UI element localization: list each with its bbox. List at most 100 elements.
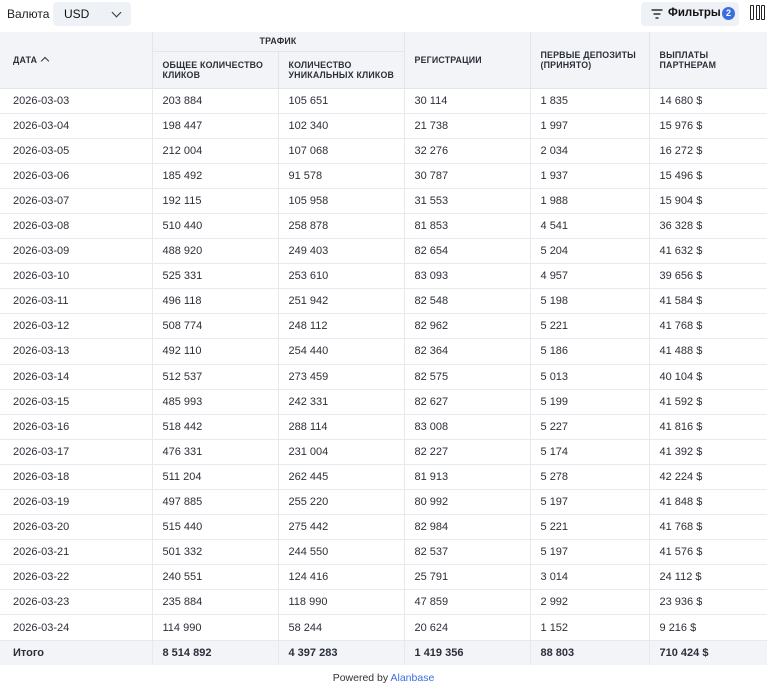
cell-date: 2026-03-16 [0, 414, 152, 440]
cell-total-clicks: 511 204 [151, 464, 278, 491]
cell-registrations: 82 984 [403, 514, 531, 541]
cell-registrations: 30 787 [403, 163, 531, 189]
cell-date: 2026-03-10 [0, 263, 152, 290]
column-header-date[interactable]: ДАТА [0, 32, 152, 89]
cell-date: 2026-03-19 [0, 489, 152, 516]
cell-payouts: 41 576 $ [648, 539, 767, 566]
cell-date: 2026-03-18 [0, 464, 152, 491]
cell-total-clicks: 496 118 [151, 288, 278, 315]
cell-unique-clicks: 255 220 [277, 489, 405, 516]
cell-registrations: 83 008 [403, 414, 531, 440]
cell-registrations: 80 992 [403, 489, 531, 516]
column-header-payouts[interactable]: ВЫПЛАТЫ ПАРТНЕРАМ [648, 32, 767, 89]
powered-by-text: Powered by [332, 672, 389, 684]
totals-unique-clicks: 4 397 283 [277, 640, 405, 666]
table-row: 2026-03-12 508 774 248 112 82 962 5 221 41 76… [0, 313, 767, 340]
table-row: 2026-03-09 488 920 249 403 82 654 5 204 41 63… [0, 238, 767, 265]
cell-date: 2026-03-20 [0, 514, 152, 541]
statistics-table: ДАТА ТРАФИК РЕГИСТРАЦИИ ПЕРВЫЕ ДЕПОЗИТЫ … [0, 32, 767, 666]
cell-total-clicks: 485 993 [151, 389, 278, 415]
currency-select[interactable]: USD [53, 2, 131, 26]
cell-total-clicks: 518 442 [151, 414, 278, 440]
table-row: 2026-03-15 485 993 242 331 82 627 5 199 41 59… [0, 389, 767, 415]
brand-link[interactable]: Alanbase [391, 672, 435, 684]
currency-label: Валюта [7, 7, 50, 21]
cell-payouts: 41 816 $ [648, 414, 767, 440]
cell-unique-clicks: 251 942 [277, 288, 405, 315]
footer: Powered by Alanbase [0, 672, 767, 684]
cell-first-deposits: 5 199 [529, 389, 650, 415]
cell-date: 2026-03-15 [0, 389, 152, 415]
column-header-registrations[interactable]: РЕГИСТРАЦИИ [403, 32, 531, 89]
table-row: 2026-03-24 114 990 58 244 20 624 1 152 9 216 … [0, 614, 767, 641]
cell-registrations: 47 859 [403, 589, 531, 616]
cell-total-clicks: 185 492 [151, 163, 278, 189]
filters-label: Фильтры [668, 7, 721, 19]
table-row: 2026-03-11 496 118 251 942 82 548 5 198 41 58… [0, 288, 767, 315]
cell-payouts: 41 632 $ [648, 238, 767, 265]
cell-payouts: 14 680 $ [648, 88, 767, 114]
totals-registrations: 1 419 356 [403, 640, 531, 666]
cell-registrations: 83 093 [403, 263, 531, 290]
cell-payouts: 41 768 $ [648, 514, 767, 541]
cell-registrations: 82 962 [403, 313, 531, 340]
columns-icon[interactable] [750, 5, 766, 22]
cell-payouts: 41 584 $ [648, 288, 767, 315]
totals-row: Итого 8 514 892 4 397 283 1 419 356 88 8… [0, 640, 767, 666]
table-row: 2026-03-16 518 442 288 114 83 008 5 227 41 81… [0, 414, 767, 440]
cell-unique-clicks: 288 114 [277, 414, 405, 440]
cell-unique-clicks: 102 340 [277, 113, 405, 139]
cell-registrations: 21 738 [403, 113, 531, 139]
cell-payouts: 41 392 $ [648, 439, 767, 465]
cell-total-clicks: 212 004 [151, 138, 278, 164]
column-header-date-label: ДАТА [13, 54, 38, 65]
table-row: 2026-03-08 510 440 258 878 81 853 4 541 36 32… [0, 213, 767, 240]
cell-first-deposits: 1 937 [529, 163, 650, 189]
cell-total-clicks: 203 884 [151, 88, 278, 114]
cell-total-clicks: 488 920 [151, 238, 278, 265]
cell-first-deposits: 5 197 [529, 489, 650, 516]
cell-date: 2026-03-12 [0, 313, 152, 340]
cell-unique-clicks: 231 004 [277, 439, 405, 465]
cell-total-clicks: 492 110 [151, 338, 278, 365]
cell-date: 2026-03-14 [0, 364, 152, 390]
cell-registrations: 30 114 [403, 88, 531, 114]
cell-date: 2026-03-03 [0, 88, 152, 114]
cell-total-clicks: 198 447 [151, 113, 278, 139]
column-header-unique-clicks[interactable]: КОЛИЧЕСТВО УНИКАЛЬНЫХ КЛИКОВ [277, 51, 405, 89]
table-row: 2026-03-18 511 204 262 445 81 913 5 278 42 22… [0, 464, 767, 491]
cell-payouts: 9 216 $ [648, 614, 767, 641]
cell-registrations: 82 227 [403, 439, 531, 465]
totals-label: Итого [0, 640, 152, 666]
filters-button[interactable]: Фильтры 2 [641, 2, 739, 26]
table-row: 2026-03-19 497 885 255 220 80 992 5 197 41 84… [0, 489, 767, 516]
cell-total-clicks: 235 884 [151, 589, 278, 616]
column-header-total-clicks[interactable]: ОБЩЕЕ КОЛИЧЕСТВО КЛИКОВ [151, 51, 278, 89]
cell-first-deposits: 1 997 [529, 113, 650, 139]
cell-unique-clicks: 244 550 [277, 539, 405, 566]
cell-first-deposits: 5 198 [529, 288, 650, 315]
cell-registrations: 82 627 [403, 389, 531, 415]
cell-payouts: 41 488 $ [648, 338, 767, 365]
cell-payouts: 16 272 $ [648, 138, 767, 164]
cell-payouts: 40 104 $ [648, 364, 767, 390]
cell-unique-clicks: 262 445 [277, 464, 405, 491]
table-row: 2026-03-03 203 884 105 651 30 114 1 835 14 68… [0, 88, 767, 114]
cell-total-clicks: 525 331 [151, 263, 278, 290]
table-row: 2026-03-04 198 447 102 340 21 738 1 997 15 97… [0, 113, 767, 139]
cell-first-deposits: 5 221 [529, 514, 650, 541]
toolbar: Валюта USD Фильтры 2 [0, 0, 767, 30]
cell-first-deposits: 5 204 [529, 238, 650, 265]
cell-total-clicks: 497 885 [151, 489, 278, 516]
table-row: 2026-03-05 212 004 107 068 32 276 2 034 16 27… [0, 138, 767, 164]
cell-unique-clicks: 107 068 [277, 138, 405, 164]
cell-payouts: 15 904 $ [648, 188, 767, 214]
cell-first-deposits: 1 835 [529, 88, 650, 114]
cell-date: 2026-03-23 [0, 589, 152, 616]
cell-payouts: 36 328 $ [648, 213, 767, 240]
column-header-first-deposits[interactable]: ПЕРВЫЕ ДЕПОЗИТЫ (ПРИНЯТО) [529, 32, 650, 89]
table-row: 2026-03-13 492 110 254 440 82 364 5 186 41 48… [0, 338, 767, 365]
cell-registrations: 81 913 [403, 464, 531, 491]
cell-total-clicks: 476 331 [151, 439, 278, 465]
cell-first-deposits: 3 014 [529, 564, 650, 591]
